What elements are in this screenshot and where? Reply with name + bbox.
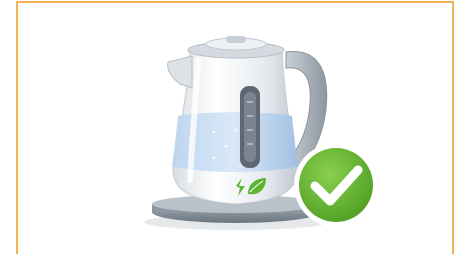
kettle-lid xyxy=(187,36,285,59)
check-badge-icon xyxy=(294,143,378,227)
kettle-illustration xyxy=(144,36,378,230)
kettle-spout xyxy=(167,55,193,89)
water-level-gauge-icon xyxy=(240,86,260,168)
canvas xyxy=(0,0,473,257)
